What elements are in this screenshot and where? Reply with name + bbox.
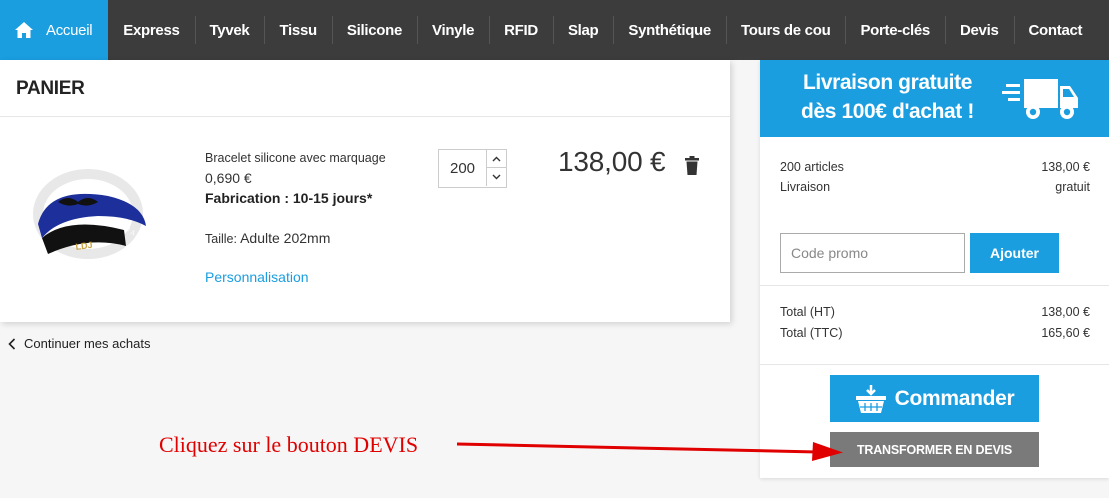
articles-value: 138,00 €	[1041, 160, 1090, 174]
nav-label: Express	[123, 21, 180, 39]
order-button-label: Commander	[894, 386, 1015, 410]
quantity-increase-button[interactable]	[486, 150, 506, 168]
continue-shopping-link[interactable]: Continuer mes achats	[8, 336, 150, 351]
total-ht-value: 138,00 €	[1041, 305, 1090, 319]
nav-label: RFID	[504, 21, 538, 39]
divider	[760, 364, 1109, 365]
chevron-up-icon	[492, 156, 501, 161]
nav-label: Vinyle	[432, 21, 475, 39]
annotation-text: Cliquez sur le bouton DEVIS	[159, 432, 419, 457]
trash-icon[interactable]	[684, 156, 700, 176]
free-shipping-banner: Livraison gratuite dès 100€ d'achat !	[760, 60, 1109, 137]
nav-item-slap[interactable]: Slap	[552, 0, 613, 60]
nav-item-rfid[interactable]: RFID	[489, 0, 553, 60]
cart-title: PANIER	[0, 60, 730, 117]
nav-label: Devis	[959, 21, 999, 39]
promo-code-input[interactable]	[780, 233, 965, 273]
shipping-value: gratuit	[1055, 180, 1090, 194]
nav-label: Contact	[1028, 21, 1083, 39]
cart-panel: PANIER Blade A Run LDJ Bracelet silicone…	[0, 60, 730, 322]
nav-label: Slap	[567, 21, 599, 39]
nav-item-tours-de-cou[interactable]: Tours de cou	[725, 0, 845, 60]
product-fabrication: Fabrication : 10-15 jours*	[205, 190, 373, 206]
banner-line-1: Livraison gratuite	[802, 71, 972, 94]
total-ht-label: Total (HT)	[780, 305, 835, 319]
total-ttc-row: Total (TTC) 165,60 €	[780, 326, 1090, 340]
product-size: Taille: Adulte 202mm	[205, 230, 330, 246]
shipping-row: Livraison gratuit	[780, 180, 1090, 194]
nav-item-tyvek[interactable]: Tyvek	[194, 0, 265, 60]
continue-shopping-label: Continuer mes achats	[24, 336, 151, 351]
chevron-left-icon	[8, 337, 16, 350]
nav-label: Silicone	[346, 21, 403, 39]
nav-label: Synthétique	[628, 21, 711, 39]
line-total-price: 138,00 €	[558, 146, 666, 177]
nav-label: Tissu	[279, 21, 317, 39]
chevron-down-icon	[492, 174, 501, 180]
product-size-value: Adulte 202mm	[240, 230, 331, 246]
order-summary: Livraison gratuite dès 100€ d'achat ! 20…	[760, 60, 1109, 478]
total-ttc-label: Total (TTC)	[780, 326, 843, 340]
transform-to-quote-button[interactable]: TRANSFORMER EN DEVIS	[830, 432, 1039, 467]
total-ht-row: Total (HT) 138,00 €	[780, 305, 1090, 319]
quantity-input[interactable]	[439, 150, 486, 187]
truck-icon	[1002, 79, 1078, 119]
quantity-stepper	[438, 149, 507, 188]
nav-item-silicone[interactable]: Silicone	[331, 0, 417, 60]
nav-home-label: Accueil	[46, 21, 93, 39]
product-unit-price: 0,690 €	[205, 170, 252, 186]
nav-item-tissu[interactable]: Tissu	[264, 0, 331, 60]
red-arrow-icon	[456, 442, 843, 461]
product-name: Bracelet silicone avec marquage	[205, 151, 386, 165]
nav-label: Tyvek	[209, 21, 250, 39]
product-size-label: Taille:	[205, 232, 237, 246]
divider	[760, 285, 1109, 286]
order-button[interactable]: Commander	[830, 375, 1039, 422]
nav-label: Porte-clés	[860, 21, 930, 39]
banner-line-2: dès 100€ d'achat !	[801, 100, 974, 123]
main-nav: Accueil Express Tyvek Tissu Silicone Vin…	[0, 0, 1109, 60]
total-ttc-value: 165,60 €	[1041, 326, 1090, 340]
nav-label: Tours de cou	[740, 21, 831, 39]
nav-item-vinyle[interactable]: Vinyle	[417, 0, 489, 60]
nav-item-home[interactable]: Accueil	[0, 0, 109, 60]
personalization-link[interactable]: Personnalisation	[205, 269, 309, 285]
product-image[interactable]: Blade A Run LDJ	[28, 146, 156, 276]
nav-item-porte-cles[interactable]: Porte-clés	[845, 0, 945, 60]
home-icon	[15, 22, 33, 38]
nav-item-express[interactable]: Express	[108, 0, 194, 60]
nav-item-contact[interactable]: Contact	[1013, 0, 1098, 60]
articles-row: 200 articles 138,00 €	[780, 160, 1090, 174]
articles-label: 200 articles	[780, 160, 844, 174]
shipping-label: Livraison	[780, 180, 831, 194]
nav-item-synthetique[interactable]: Synthétique	[613, 0, 726, 60]
basket-icon	[855, 384, 886, 413]
nav-item-devis[interactable]: Devis	[944, 0, 1014, 60]
add-promo-button[interactable]: Ajouter	[970, 233, 1059, 273]
quantity-decrease-button[interactable]	[486, 168, 506, 186]
